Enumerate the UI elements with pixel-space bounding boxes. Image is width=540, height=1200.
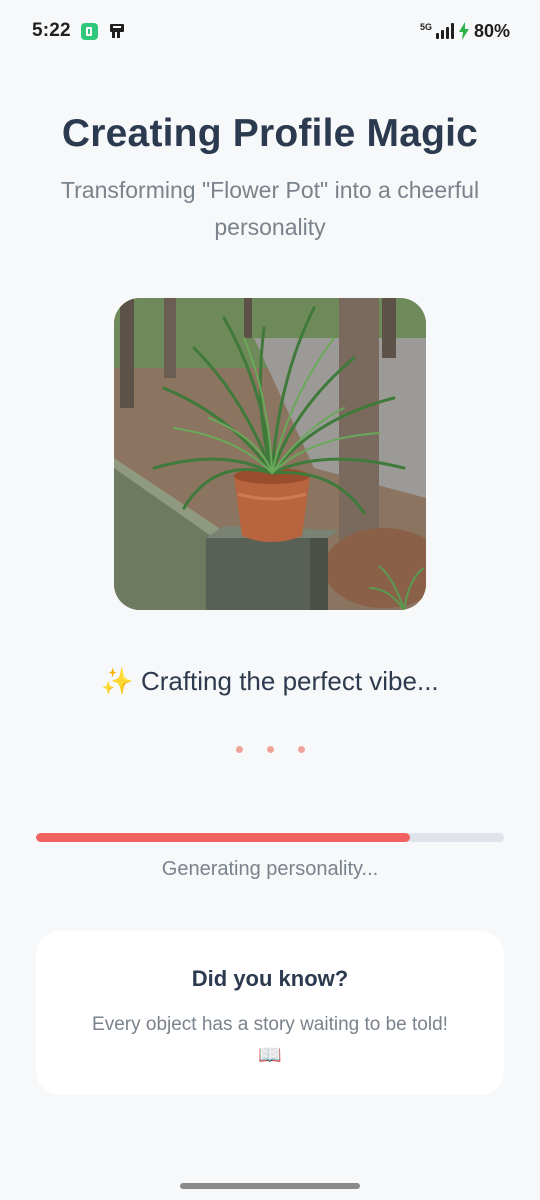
- charging-bolt-icon: [458, 22, 469, 40]
- crafting-status: ✨ Crafting the perfect vibe...: [0, 666, 540, 697]
- signal-icon: [435, 23, 454, 39]
- fact-card: Did you know? Every object has a story w…: [36, 931, 504, 1095]
- network-type: 5G: [419, 21, 432, 32]
- page-title: Creating Profile Magic: [61, 112, 479, 155]
- progress-label: Generating personality...: [161, 858, 379, 880]
- loading-dot: [235, 746, 243, 753]
- object-photo: [114, 298, 426, 610]
- loading-dot: [297, 746, 305, 753]
- page-subtitle: Transforming "Flower Pot" into a cheerfu…: [60, 177, 480, 240]
- progress-bar: [36, 833, 504, 842]
- sparkles-icon: ✨: [101, 666, 134, 696]
- progress-fill: [36, 833, 411, 842]
- loading-dots: [0, 746, 540, 753]
- book-icon: 📖: [258, 1045, 282, 1066]
- status-left: 5:22: [32, 20, 126, 42]
- status-time: 5:22: [32, 20, 71, 41]
- loading-dot: [266, 746, 274, 753]
- status-bar: 5:22 5G 80%: [0, 0, 540, 62]
- fact-card-title: Did you know?: [191, 966, 349, 991]
- notification-app-icon: [80, 22, 98, 40]
- battery-percent: 80%: [473, 20, 510, 41]
- crafting-text: Crafting the perfect vibe...: [140, 666, 439, 696]
- status-right: 5G 80%: [420, 21, 510, 42]
- fact-card-text: Every object has a story waiting to be t…: [92, 1014, 448, 1035]
- home-indicator[interactable]: [180, 1183, 360, 1189]
- fact-card-body: Every object has a story waiting to be t…: [56, 1009, 484, 1071]
- notification-store-icon: [109, 24, 124, 38]
